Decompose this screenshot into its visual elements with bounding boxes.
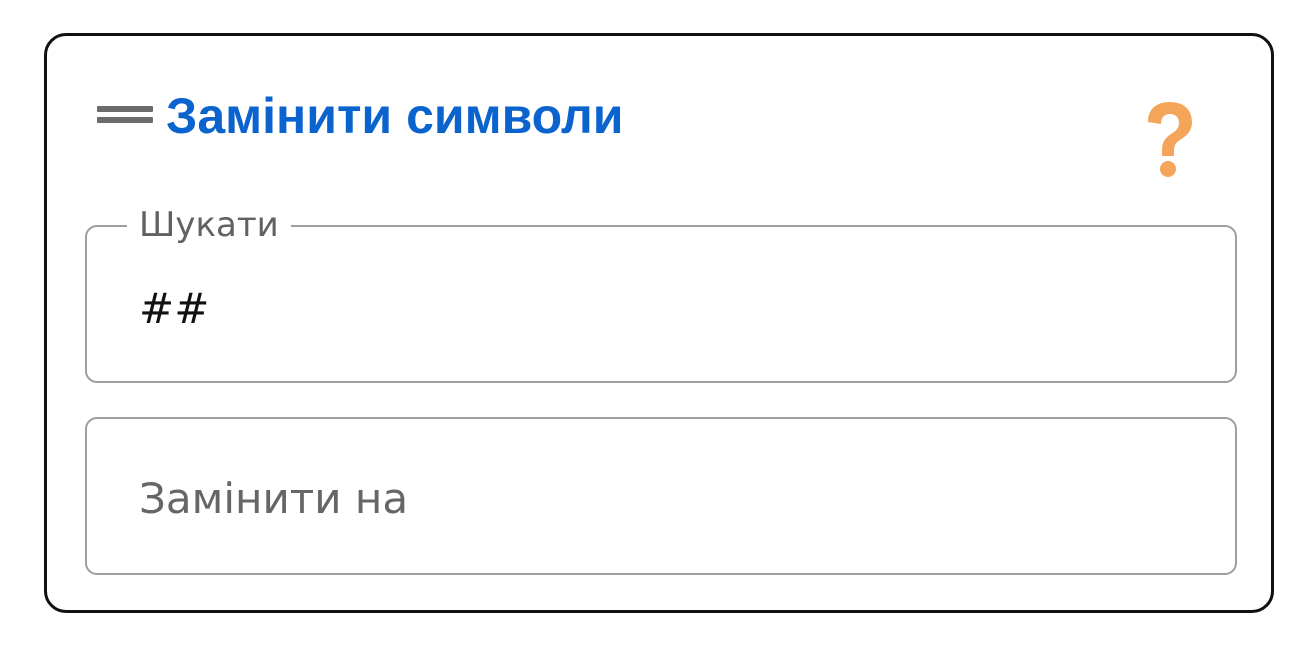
replace-input-placeholder[interactable]: Замінити на — [139, 471, 408, 527]
drag-handle-bar — [97, 117, 153, 123]
search-field[interactable]: Шукати ## — [85, 203, 1237, 383]
card-title: Замінити символи — [166, 88, 624, 144]
question-mark-glyph — [1148, 102, 1192, 177]
question-mark-icon[interactable] — [1134, 96, 1206, 192]
search-field-label: Шукати — [127, 203, 291, 247]
search-input[interactable]: ## — [139, 281, 209, 337]
drag-handle-icon[interactable] — [97, 102, 153, 126]
drag-handle-bar — [97, 106, 153, 112]
replace-field[interactable]: Замінити на — [85, 417, 1237, 575]
